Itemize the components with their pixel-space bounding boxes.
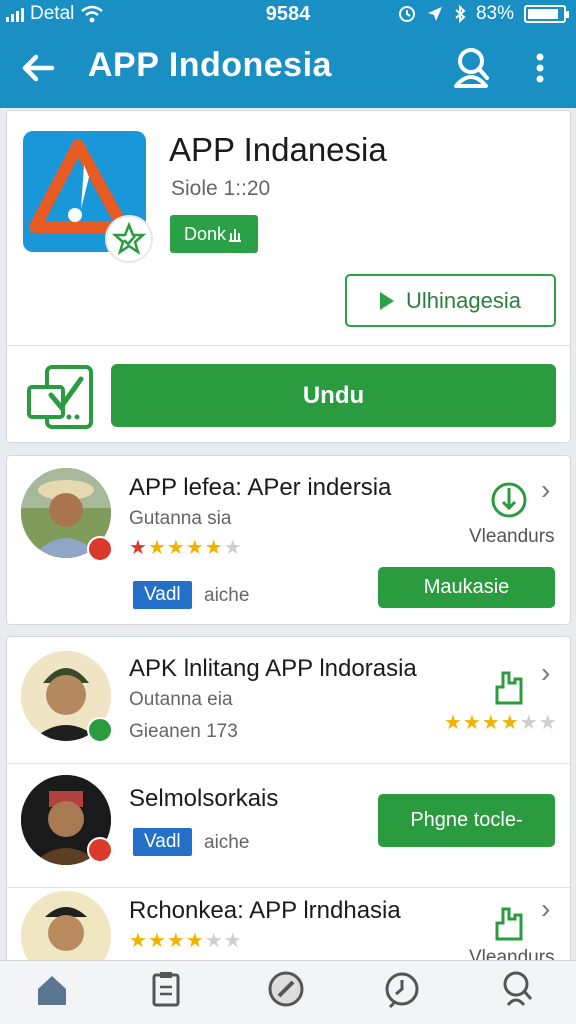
battery-icon [524, 5, 569, 23]
chevron-right-icon[interactable]: › [541, 893, 550, 925]
download-button[interactable]: Undu [111, 364, 556, 427]
install-button[interactable]: Maukasie [378, 567, 555, 608]
check-badge-icon [87, 717, 113, 743]
compass-icon [268, 971, 304, 1007]
app-header: Detal 9584 83% APP Indonesia [0, 0, 576, 108]
divider [7, 763, 570, 764]
bluetooth-icon [455, 5, 466, 23]
install-button-label: Phgne tocle- [410, 809, 523, 831]
more-vert-icon[interactable] [526, 48, 554, 88]
device-check-icon [27, 365, 93, 429]
account-search-icon[interactable] [450, 46, 492, 90]
chip-caption: aiche [204, 585, 250, 606]
home-icon [38, 976, 66, 1005]
category-chip[interactable]: Vadl [133, 828, 192, 856]
status-bar: Detal 9584 83% [0, 0, 576, 28]
touch-hand-icon[interactable] [489, 901, 529, 941]
remove-badge-icon [87, 536, 113, 562]
app-status-chip: Donk [170, 215, 259, 253]
clipboard-icon [152, 972, 180, 1007]
chip-caption: aiche [204, 832, 250, 853]
app-list-card: APP lefea: APer indersia Gutanna sia ★ ★ ★… [6, 455, 571, 625]
list-item-title[interactable]: Selmolsorkais [129, 785, 278, 813]
chevron-right-icon[interactable]: › [541, 474, 550, 506]
download-hand-icon [229, 229, 242, 242]
nav-timer[interactable] [372, 969, 432, 1024]
app-list-card: APK lnlitang APP lndorasia Outanna eia G… [6, 636, 571, 981]
play-icon [380, 291, 395, 310]
bottom-nav [0, 960, 576, 1024]
chevron-right-icon[interactable]: › [541, 657, 550, 689]
list-item-subtitle: Outanna eia [129, 689, 233, 710]
preview-button-label: Ulhinagesia [406, 287, 521, 313]
divider [7, 887, 570, 888]
star-rating: ★ ★ ★ ★ ★ ★ [444, 712, 557, 734]
app-detail-card: APP Indanesia Siole 1::20 Donk Ulhinages… [6, 110, 571, 443]
remove-badge-icon [87, 837, 113, 863]
timer-icon [385, 972, 419, 1009]
back-arrow-icon[interactable] [18, 48, 58, 88]
install-button[interactable]: Phgne tocle- [378, 794, 555, 847]
category-chip[interactable]: Vadl [133, 581, 192, 609]
download-button-label: Undu [302, 381, 365, 409]
nav-clipboard[interactable] [136, 969, 196, 1024]
star-rating: ★ ★ ★ ★ ★ ★ [129, 930, 242, 952]
search-icon [503, 971, 533, 1006]
alarm-icon [398, 6, 415, 22]
nav-search[interactable] [488, 969, 548, 1024]
install-button-label: Maukasie [423, 576, 510, 598]
touch-hand-icon[interactable] [489, 480, 529, 520]
nav-home[interactable] [22, 969, 82, 1024]
list-item-meta: Gieanen 173 [129, 721, 238, 742]
app-title: APP Indanesia [169, 131, 387, 168]
divider [7, 345, 570, 346]
list-item-subtitle: Gutanna sia [129, 508, 232, 529]
app-size: Siole 1::20 [171, 177, 271, 200]
touch-hand-icon[interactable] [489, 665, 529, 705]
nav-compass[interactable] [256, 969, 316, 1024]
app-status-chip-label: Donk [184, 223, 227, 244]
list-item-title[interactable]: APP lefea: APer indersia [129, 474, 391, 502]
list-item-title[interactable]: APK lnlitang APP lndorasia [129, 655, 417, 683]
location-icon [427, 7, 442, 21]
battery-percent: 83% [475, 3, 514, 24]
appbar-title: APP Indonesia [88, 46, 332, 84]
side-label: Vleandurs [469, 526, 555, 547]
list-item-title[interactable]: Rchonkea: APP lrndhasia [129, 897, 401, 925]
verified-badge-icon [105, 215, 153, 263]
star-rating: ★ ★ ★ ★ ★ ★ [129, 537, 242, 559]
preview-button[interactable]: Ulhinagesia [345, 274, 556, 327]
